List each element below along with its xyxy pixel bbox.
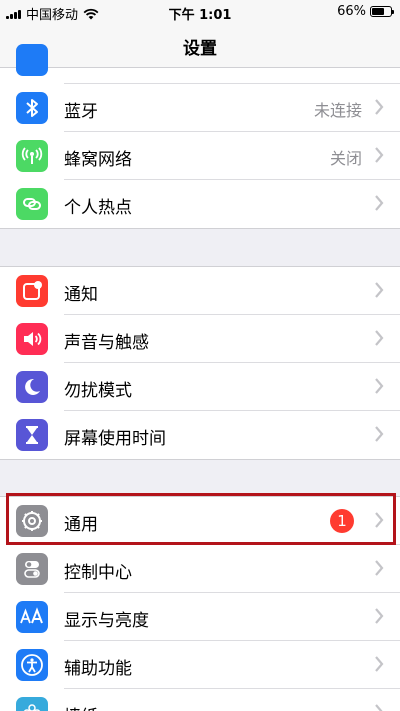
row-label: 显示与亮度: [64, 611, 149, 631]
antenna-icon: [16, 140, 48, 172]
row-label: 墙纸: [64, 702, 98, 711]
row-label: 蓝牙: [64, 102, 98, 122]
chevron-right-icon: [375, 512, 384, 528]
accessibility-icon: [16, 649, 48, 681]
chevron-right-icon: [375, 282, 384, 298]
page-title: 设置: [183, 39, 217, 59]
row-wallpaper[interactable]: 墙纸: [0, 689, 400, 711]
row-label: 控制中心: [64, 563, 132, 583]
chevron-right-icon: [375, 608, 384, 624]
row-general[interactable]: 通用 1: [0, 497, 400, 545]
row-control-center[interactable]: 控制中心: [0, 545, 400, 593]
row-hotspot[interactable]: 个人热点: [0, 180, 400, 228]
row-label: 声音与触感: [64, 333, 149, 353]
chevron-right-icon: [375, 426, 384, 442]
toggles-icon: [16, 553, 48, 585]
chevron-right-icon: [375, 378, 384, 394]
chevron-right-icon: [375, 656, 384, 672]
row-cellular[interactable]: 蜂窝网络 关闭: [0, 132, 400, 180]
speaker-icon: [16, 323, 48, 355]
row-label: 通知: [64, 285, 98, 305]
row-value: 未连接: [313, 101, 362, 120]
hourglass-icon: [16, 419, 48, 451]
row-label: 个人热点: [64, 198, 132, 218]
list-item[interactable]: [0, 44, 400, 84]
notification-badge: 1: [330, 509, 354, 533]
row-label: 辅助功能: [64, 659, 132, 679]
row-display[interactable]: 显示与亮度: [0, 593, 400, 641]
text-size-icon: [16, 601, 48, 633]
gear-icon: [16, 505, 48, 537]
settings-icon: [16, 44, 48, 76]
row-label: 通用: [64, 515, 98, 535]
row-label: 蜂窝网络: [64, 150, 132, 170]
row-sounds[interactable]: 声音与触感: [0, 315, 400, 363]
chevron-right-icon: [375, 330, 384, 346]
row-screen-time[interactable]: 屏幕使用时间: [0, 411, 400, 459]
row-label: 屏幕使用时间: [64, 429, 166, 449]
row-label: 勿扰模式: [64, 381, 132, 401]
chevron-right-icon: [375, 195, 384, 211]
chevron-right-icon: [375, 560, 384, 576]
nav-bar: 设置: [0, 24, 400, 68]
chevron-right-icon: [375, 99, 384, 115]
chevron-right-icon: [375, 147, 384, 163]
battery-icon: [370, 6, 394, 17]
row-accessibility[interactable]: 辅助功能: [0, 641, 400, 689]
chevron-right-icon: [375, 704, 383, 711]
bluetooth-icon: [16, 92, 48, 124]
row-value: 关闭: [329, 149, 362, 168]
battery-percent: 66%: [337, 4, 366, 19]
row-notifications[interactable]: 通知: [0, 267, 400, 315]
row-bluetooth[interactable]: 蓝牙 未连接: [0, 84, 400, 132]
hotspot-icon: [16, 188, 48, 220]
notification-icon: [16, 275, 48, 307]
flower-icon: [16, 697, 48, 711]
row-do-not-disturb[interactable]: 勿扰模式: [0, 363, 400, 411]
moon-icon: [16, 371, 48, 403]
status-bar: 中国移动 下午 1:01 66%: [0, 0, 400, 24]
